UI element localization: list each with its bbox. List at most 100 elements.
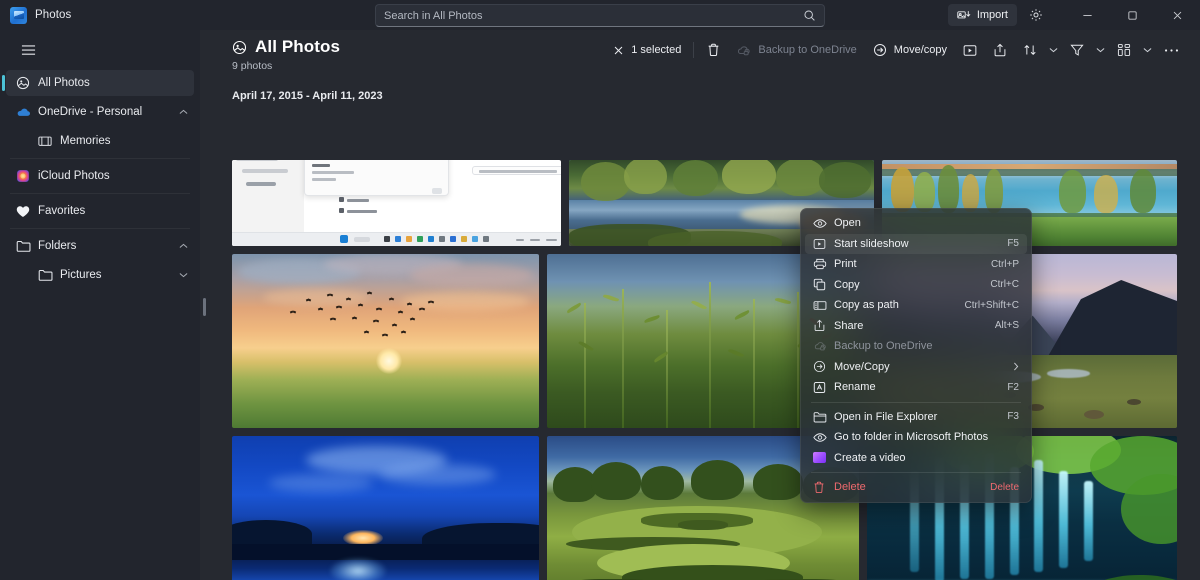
context-menu-item-delete[interactable]: Delete Delete [805, 477, 1027, 498]
cloud-lock-icon [813, 340, 834, 352]
chevron-up-icon[interactable] [172, 243, 194, 249]
photo-sunset-field-birds[interactable] [232, 254, 539, 428]
photo-windows-settings-screenshot[interactable] [232, 160, 561, 246]
photo-blue-night-lake[interactable] [232, 436, 539, 580]
context-menu: Open Start slideshow F5 [800, 208, 1032, 503]
backup-label: Backup to OneDrive [758, 44, 856, 56]
context-menu-item-label: Share [834, 320, 985, 332]
hamburger-icon[interactable] [6, 34, 50, 66]
search-box[interactable] [375, 4, 825, 27]
move-copy-button[interactable]: Move/copy [865, 37, 955, 63]
context-menu-item-start-slideshow[interactable]: Start slideshow F5 [805, 234, 1027, 255]
sidebar-item-label: OneDrive - Personal [38, 106, 172, 118]
context-menu-item-label: Move/Copy [834, 361, 1005, 373]
sidebar-item-label: Folders [38, 240, 172, 252]
folder-open-icon [813, 411, 834, 423]
app-title: Photos [35, 9, 71, 21]
more-options-button[interactable] [1156, 37, 1186, 63]
sidebar-item-all-photos[interactable]: All Photos [6, 70, 194, 96]
sidebar-item-onedrive-personal[interactable]: OneDrive - Personal [6, 99, 194, 125]
chevron-down-icon[interactable] [172, 272, 194, 278]
printer-icon [813, 258, 834, 270]
folder-icon [16, 240, 38, 252]
window-controls [1065, 0, 1200, 30]
context-menu-item-accel: Ctrl+Shift+C [965, 300, 1019, 311]
context-menu-item-go-to-folder-in-microsoft-photos[interactable]: Go to folder in Microsoft Photos [805, 427, 1027, 448]
slideshow-icon [963, 44, 977, 57]
date-range-label: April 17, 2015 - April 11, 2023 [200, 90, 1200, 102]
chevron-down-icon[interactable] [1045, 37, 1062, 63]
context-menu-item-open[interactable]: Open [805, 213, 1027, 234]
filter-button[interactable] [1062, 37, 1092, 63]
more-ellipsis-icon [1164, 48, 1179, 53]
page-title: All Photos [255, 37, 340, 57]
delete-button[interactable] [698, 37, 728, 63]
context-menu-item-label: Open in File Explorer [834, 411, 997, 423]
share-button[interactable] [985, 37, 1015, 63]
move-copy-icon [813, 360, 834, 373]
context-menu-item-share[interactable]: Share Alt+S [805, 316, 1027, 337]
copy-as-path-icon [813, 300, 834, 311]
minimize-button[interactable] [1065, 0, 1110, 30]
create-video-icon [813, 452, 834, 463]
onedrive-icon [16, 106, 38, 118]
import-button[interactable]: Import [948, 4, 1017, 26]
photo-grid [232, 160, 1177, 580]
context-menu-item-accel: Alt+S [995, 320, 1019, 331]
context-menu-item-backup-to-onedrive: Backup to OneDrive [805, 336, 1027, 357]
page-header: All Photos 9 photos 1 selected [200, 30, 1200, 88]
command-toolbar: 1 selected [605, 37, 1186, 63]
chevron-down-icon[interactable] [1139, 37, 1156, 63]
close-button[interactable] [1155, 0, 1200, 30]
context-menu-item-rename[interactable]: Rename F2 [805, 377, 1027, 398]
trash-icon [813, 481, 834, 494]
photo-artwork [232, 254, 539, 428]
search-container[interactable] [375, 4, 825, 27]
sort-control[interactable] [1015, 37, 1062, 63]
context-menu-item-label: Copy as path [834, 299, 955, 311]
search-input[interactable] [384, 10, 803, 22]
all-photos-icon [16, 76, 38, 90]
folder-icon [38, 269, 60, 281]
sidebar-item-icloud-photos[interactable]: iCloud Photos [6, 163, 194, 189]
sort-icon [1023, 43, 1037, 57]
context-menu-item-copy[interactable]: Copy Ctrl+C [805, 275, 1027, 296]
titlebar-actions: Import [948, 0, 1200, 30]
chevron-up-icon[interactable] [172, 109, 194, 115]
sidebar-item-label: Favorites [38, 205, 194, 217]
context-menu-item-accel: F2 [1007, 382, 1019, 393]
filter-icon [1070, 43, 1084, 57]
layout-control[interactable] [1109, 37, 1156, 63]
main-content: All Photos 9 photos 1 selected [200, 30, 1200, 580]
context-menu-item-accel: F5 [1007, 238, 1019, 249]
context-menu-item-print[interactable]: Print Ctrl+P [805, 254, 1027, 275]
open-eye-icon [813, 218, 834, 229]
context-menu-item-label: Start slideshow [834, 238, 997, 250]
sidebar-item-folders[interactable]: Folders [6, 233, 194, 259]
sidebar-item-memories[interactable]: Memories [6, 128, 194, 154]
photo-grid-row [232, 254, 1177, 428]
photo-grid-row [232, 436, 1177, 580]
context-menu-item-create-a-video[interactable]: Create a video [805, 448, 1027, 469]
pane-resize-handle[interactable] [203, 298, 206, 316]
context-menu-item-label: Print [834, 258, 981, 270]
sidebar-item-favorites[interactable]: Favorites [6, 198, 194, 224]
context-menu-item-copy-as-path[interactable]: Copy as path Ctrl+Shift+C [805, 295, 1027, 316]
photos-app-logo-icon [10, 7, 27, 24]
sort-button[interactable] [1015, 37, 1045, 63]
context-menu-item-move-copy[interactable]: Move/Copy [805, 357, 1027, 378]
chevron-down-icon[interactable] [1092, 37, 1109, 63]
toolbar-divider [693, 42, 694, 58]
filter-control[interactable] [1062, 37, 1109, 63]
search-icon[interactable] [803, 9, 816, 22]
clear-selection-button[interactable]: 1 selected [605, 37, 689, 63]
layout-button[interactable] [1109, 37, 1139, 63]
sidebar-item-pictures[interactable]: Pictures [6, 262, 194, 288]
all-photos-icon [232, 40, 247, 55]
chevron-right-icon [1013, 362, 1019, 371]
context-menu-item-open-in-file-explorer[interactable]: Open in File Explorer F3 [805, 407, 1027, 428]
settings-button[interactable] [1023, 4, 1049, 26]
slideshow-button[interactable] [955, 37, 985, 63]
context-menu-separator [811, 402, 1021, 403]
maximize-button[interactable] [1110, 0, 1155, 30]
